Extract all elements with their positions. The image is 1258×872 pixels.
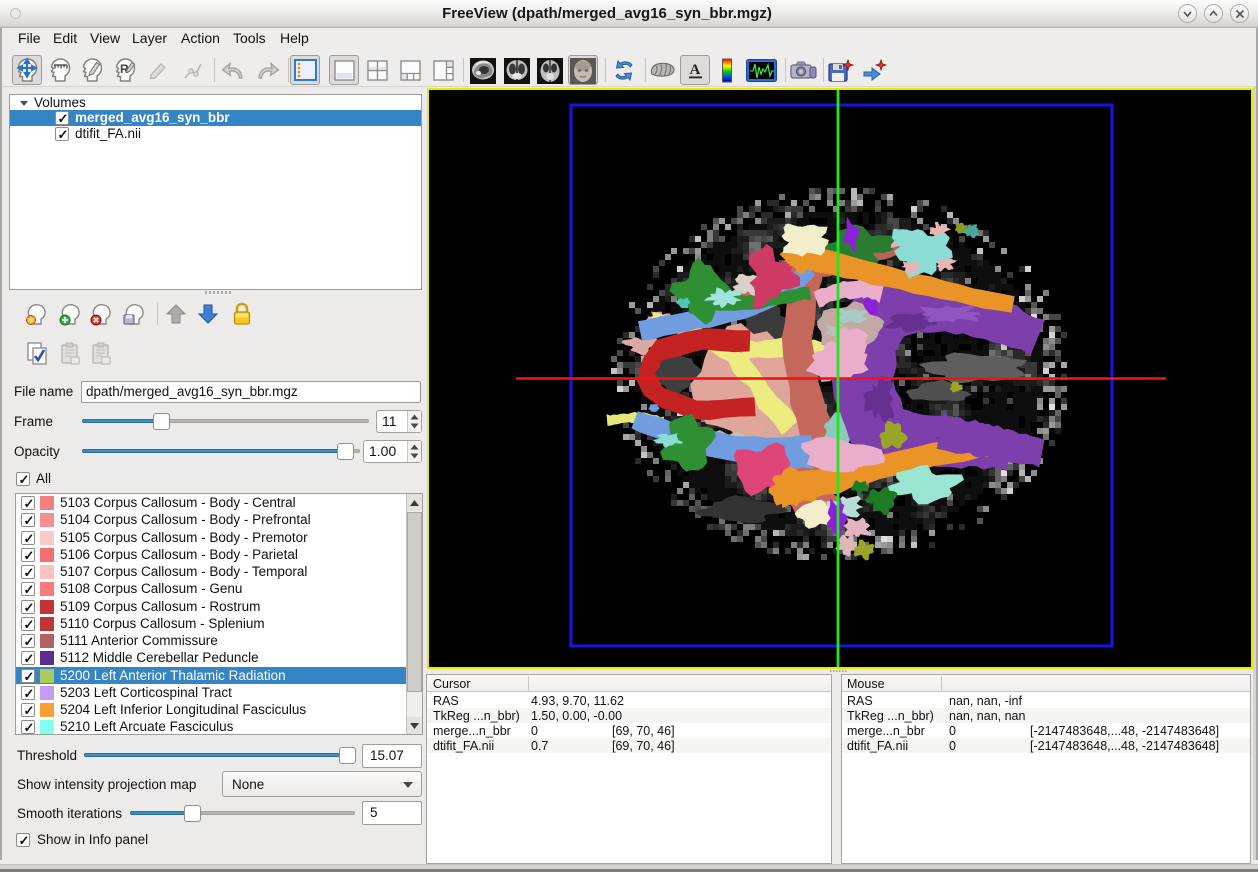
svg-text:A: A xyxy=(690,62,701,78)
